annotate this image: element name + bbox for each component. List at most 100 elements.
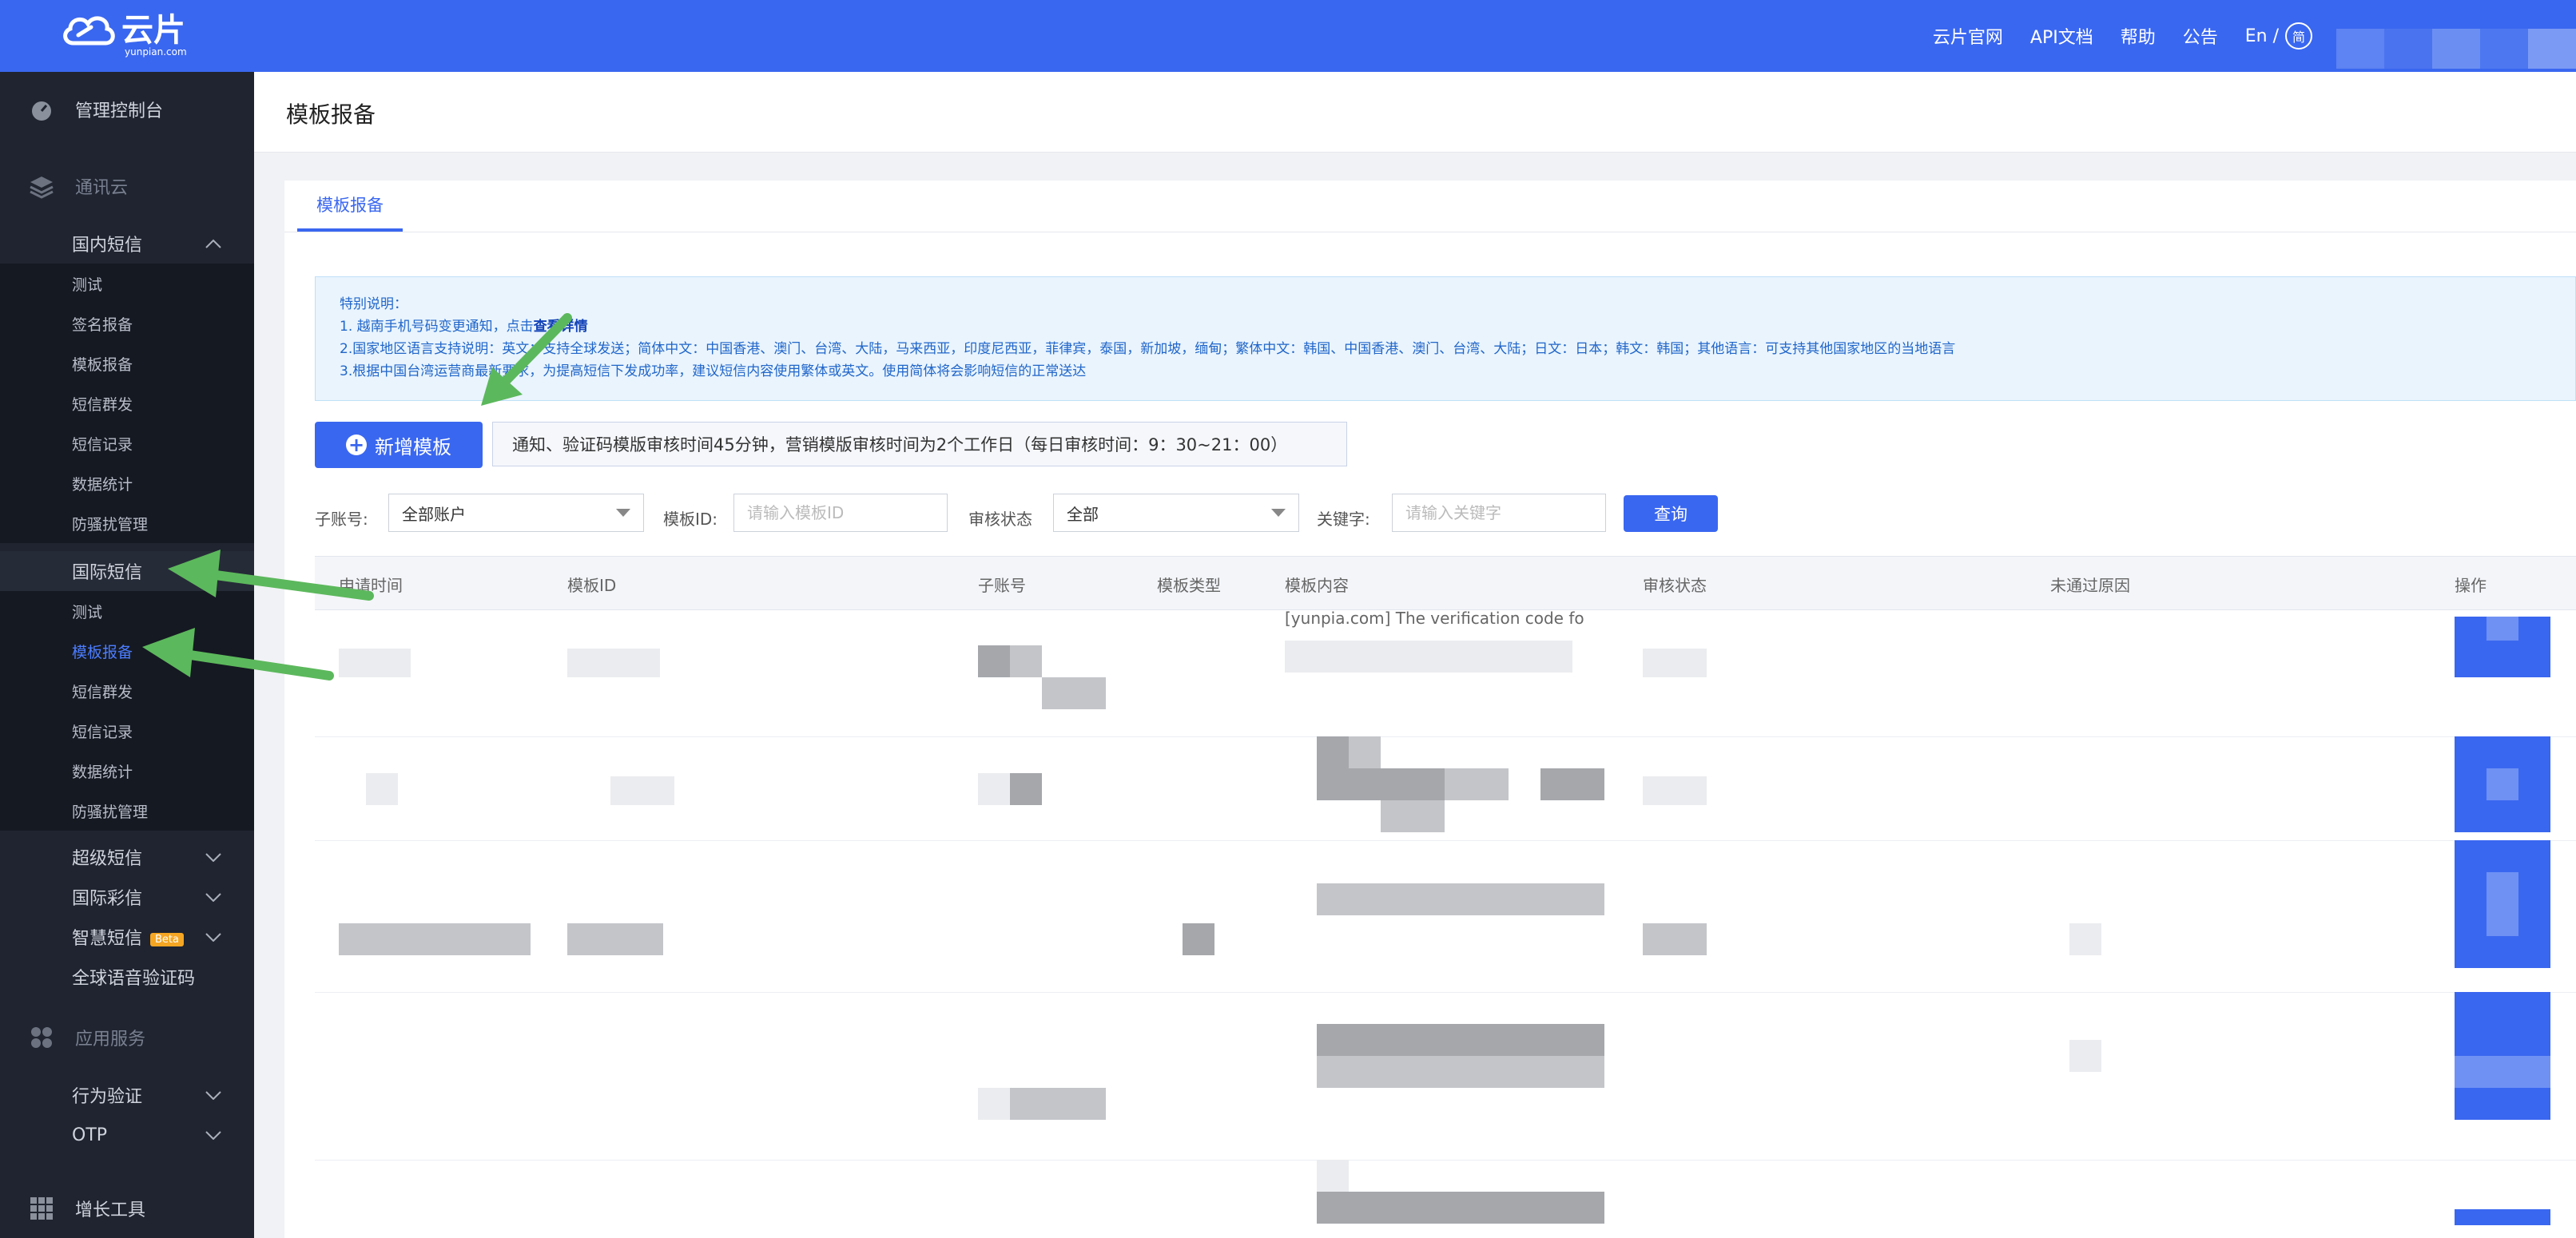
- nav-official-site[interactable]: 云片官网: [1933, 23, 2003, 49]
- annotation-arrow-intl-sms: [168, 550, 374, 601]
- sidebar-item-label: 防骚扰管理: [72, 803, 149, 821]
- sidebar-domestic-label: 国内短信: [72, 236, 143, 256]
- content-card: 模板报备 特别说明： 1. 越南手机号码变更通知，点击查看详情 2.国家地区语言…: [284, 181, 2576, 1238]
- sidebar-super-sms[interactable]: 超级短信: [0, 837, 254, 877]
- add-template-button[interactable]: + 新增模板: [315, 422, 483, 468]
- sub-account-select[interactable]: 全部账户: [388, 494, 644, 532]
- sidebar-item-label: 数据统计: [72, 475, 133, 494]
- template-id-label: 模板ID:: [663, 509, 718, 529]
- query-button[interactable]: 查询: [1624, 495, 1718, 532]
- sidebar-intl-records[interactable]: 短信记录: [0, 711, 254, 751]
- notice-line-3: 3.根据中国台湾运营商最新要求，为提高短信下发成功率，建议短信内容使用繁体或英文…: [340, 363, 1087, 379]
- redacted-cell: [2069, 923, 2101, 955]
- sidebar-growth-tools[interactable]: 增长工具: [0, 1188, 254, 1228]
- plus-circle-icon: +: [346, 434, 367, 455]
- redacted-cell: [1317, 1160, 1349, 1192]
- chevron-down-icon: [205, 933, 221, 942]
- redacted-cell: [1643, 649, 1707, 677]
- redacted-cell: [339, 923, 531, 955]
- chevron-up-icon: [205, 239, 221, 248]
- sidebar-domestic-antispam[interactable]: 防骚扰管理: [0, 503, 254, 543]
- redacted-cell: [1317, 1192, 1604, 1224]
- top-nav-links: 云片官网 API文档 帮助 公告 En / 简: [1933, 0, 2312, 72]
- sidebar-item-label: 测试: [72, 603, 103, 621]
- table-row: [yunpia.com] The verification code fo: [315, 609, 2576, 737]
- redacted-cell: [2487, 617, 2518, 641]
- sidebar-domestic-records[interactable]: 短信记录: [0, 423, 254, 463]
- redacted-cell: [1317, 883, 1604, 915]
- col-reject-reason: 未通过原因: [2050, 576, 2130, 595]
- status-label: 审核状态: [968, 509, 1032, 529]
- sidebar-behavior-verify[interactable]: 行为验证: [0, 1075, 254, 1115]
- sidebar-domestic-stats[interactable]: 数据统计: [0, 463, 254, 503]
- logo[interactable]: 云片 yunpian.com: [59, 8, 187, 58]
- redacted-cell: [1317, 768, 1445, 800]
- redacted-cell: [1643, 776, 1707, 805]
- sidebar-domestic-signature[interactable]: 签名报备: [0, 304, 254, 343]
- sidebar-item-label: 模板报备: [72, 643, 133, 661]
- notice-heading: 特别说明：: [340, 296, 407, 312]
- nav-announcement[interactable]: 公告: [2183, 23, 2218, 49]
- row-content-snippet: [yunpia.com] The verification code fo: [1285, 609, 1584, 628]
- nav-help[interactable]: 帮助: [2121, 23, 2156, 49]
- sidebar-domestic-sms[interactable]: 国内短信: [0, 224, 254, 264]
- redacted-cell: [339, 649, 411, 677]
- table-row: [315, 1160, 2576, 1238]
- sidebar-domestic-template[interactable]: 模板报备: [0, 343, 254, 383]
- sidebar-section-app-label: 应用服务: [75, 1030, 146, 1050]
- chevron-down-icon: [205, 1091, 221, 1100]
- annotation-arrow-add-template: [481, 313, 572, 406]
- redacted-cell: [978, 645, 1010, 677]
- status-select[interactable]: 全部: [1053, 494, 1299, 532]
- page-header: 模板报备: [254, 72, 2576, 153]
- row-action-button[interactable]: [2455, 1209, 2550, 1225]
- chevron-down-icon: [205, 853, 221, 862]
- page-title: 模板报备: [286, 101, 376, 128]
- redacted-cell: [1445, 768, 1509, 800]
- top-navbar: 云片 yunpian.com 云片官网 API文档 帮助 公告 En / 简: [0, 0, 2576, 72]
- lang-en[interactable]: En /: [2245, 26, 2279, 46]
- lang-zh-circle[interactable]: 简: [2285, 22, 2312, 50]
- redacted-cell: [1183, 923, 1214, 955]
- table-header: 申请时间 模板ID 子账号 模板类型 模板内容 审核状态 未通过原因 操作: [315, 556, 2576, 610]
- special-notice: 特别说明： 1. 越南手机号码变更通知，点击查看详情 2.国家地区语言支持说明：…: [315, 276, 2576, 401]
- keyword-input[interactable]: [1392, 494, 1606, 532]
- sidebar-domestic-bulk[interactable]: 短信群发: [0, 383, 254, 423]
- redacted-cell: [2069, 1040, 2101, 1072]
- redacted-cell: [1317, 1024, 1604, 1056]
- sidebar-voice-code[interactable]: 全球语音验证码: [0, 957, 254, 997]
- redacted-cell: [2487, 768, 2518, 800]
- sidebar-intl-stats[interactable]: 数据统计: [0, 751, 254, 791]
- redacted-cell: [1010, 1088, 1106, 1120]
- layers-icon: [30, 177, 54, 199]
- col-template-id: 模板ID: [567, 576, 617, 595]
- template-id-input[interactable]: [733, 494, 948, 532]
- col-template-type: 模板类型: [1157, 576, 1221, 595]
- user-account-redacted[interactable]: [2336, 29, 2576, 69]
- language-switch[interactable]: En / 简: [2245, 22, 2312, 50]
- notice-line-2: 2.国家地区语言支持说明：英文：支持全球发送；简体中文：中国香港、澳门、台湾、大…: [340, 341, 1956, 357]
- sidebar-item-label: 防骚扰管理: [72, 515, 149, 534]
- sidebar-growth-label: 增长工具: [75, 1200, 146, 1220]
- annotation-arrow-intl-template: [142, 628, 334, 681]
- sidebar-item-label: 数据统计: [72, 763, 133, 781]
- sidebar-item-label: 测试: [72, 276, 103, 294]
- sidebar-domestic-test[interactable]: 测试: [0, 264, 254, 304]
- redacted-cell: [2455, 1056, 2550, 1088]
- table-row: [315, 736, 2576, 841]
- sidebar-intl-mms[interactable]: 国际彩信: [0, 877, 254, 917]
- sidebar-smart-sms[interactable]: 智慧短信 Beta: [0, 917, 254, 957]
- nav-api-docs[interactable]: API文档: [2030, 23, 2093, 49]
- redacted-cell: [1381, 800, 1445, 832]
- redacted-cell: [978, 773, 1010, 805]
- tab-template-filing[interactable]: 模板报备: [297, 181, 403, 232]
- redacted-cell: [1010, 773, 1042, 805]
- sidebar-otp[interactable]: OTP: [0, 1115, 254, 1155]
- col-review-status: 审核状态: [1643, 576, 1707, 595]
- sidebar-console[interactable]: 管理控制台: [0, 89, 254, 129]
- tab-bar: 模板报备: [284, 181, 2576, 232]
- sidebar-intl-antispam[interactable]: 防骚扰管理: [0, 791, 254, 831]
- caret-down-icon: [616, 509, 630, 517]
- table-row: [315, 840, 2576, 993]
- redacted-cell: [1643, 923, 1707, 955]
